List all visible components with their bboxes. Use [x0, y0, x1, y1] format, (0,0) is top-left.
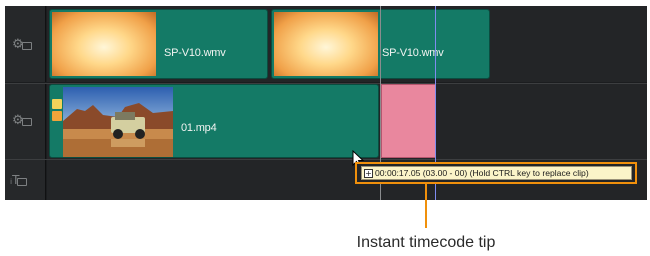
video-clip[interactable]: SP-V10.wmv — [49, 9, 268, 79]
callout-line — [425, 184, 427, 228]
callout-caption: Instant timecode tip — [356, 234, 496, 251]
timecode-tooltip: + 00:00:17.05 (03.00 - 00) (Hold CTRL ke… — [361, 166, 632, 180]
clip-name: SP-V10.wmv — [164, 47, 226, 59]
overlay-track-lane[interactable]: 01.mp4 — [47, 84, 647, 159]
drop-placeholder-clip[interactable] — [381, 84, 436, 158]
overlay-track-icon: ⚙ — [12, 114, 32, 127]
timecode-tooltip-highlight: + 00:00:17.05 (03.00 - 00) (Hold CTRL ke… — [355, 162, 637, 184]
clip-thumbnail — [52, 12, 156, 76]
clip-thumbnail — [274, 12, 378, 76]
audio-icon — [52, 111, 62, 121]
title-track-header[interactable]: ᵢT — [5, 160, 46, 200]
video-track-lane[interactable]: SP-V10.wmv SP-V10.wmv — [47, 6, 647, 82]
filter-icon — [52, 99, 62, 109]
video-track-icon: ⚙ — [12, 38, 32, 51]
overlay-clip[interactable]: 01.mp4 — [49, 84, 379, 158]
video-track-header[interactable]: ⚙ — [5, 6, 46, 82]
clip-name: 01.mp4 — [181, 122, 217, 134]
overlay-track-header[interactable]: ⚙ — [5, 84, 46, 159]
title-track-icon: ᵢT — [10, 174, 28, 186]
plus-icon: + — [364, 169, 373, 178]
desert-jeep-thumbnail — [63, 87, 173, 157]
clip-attribute-icons — [52, 99, 62, 121]
tooltip-text: 00:00:17.05 (03.00 - 00) (Hold CTRL key … — [375, 168, 589, 178]
